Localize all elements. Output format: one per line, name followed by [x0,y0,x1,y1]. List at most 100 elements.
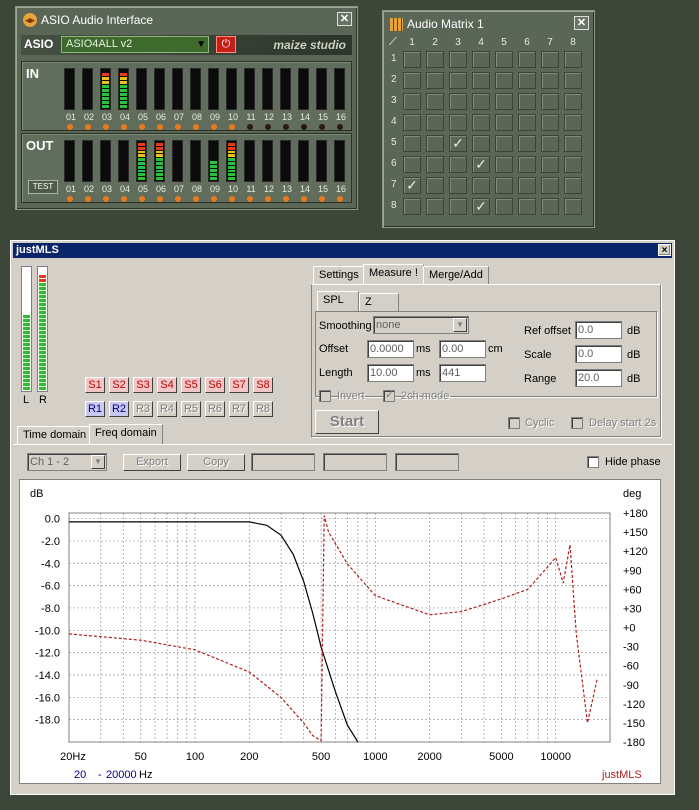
matrix-cell[interactable] [449,51,467,68]
matrix-cell[interactable] [541,198,559,215]
matrix-cell[interactable] [403,198,421,215]
matrix-cell[interactable] [426,177,444,194]
matrix-cell[interactable] [495,72,513,89]
matrix-cell[interactable] [495,135,513,152]
source-button[interactable]: S6 [205,377,225,393]
cyclic-checkbox[interactable] [508,417,520,429]
channel-select[interactable]: Ch 1 - 2 ▼ [27,453,107,471]
matrix-cell[interactable] [449,114,467,131]
matrix-cell[interactable] [564,51,582,68]
matrix-cell[interactable] [541,156,559,173]
matrix-cell[interactable] [472,177,490,194]
tab-merge-add[interactable]: Merge/Add [423,266,489,284]
matrix-cell[interactable] [472,114,490,131]
matrix-cell[interactable] [403,93,421,110]
source-button[interactable]: S8 [253,377,273,393]
matrix-cell[interactable] [449,198,467,215]
matrix-cell[interactable] [426,135,444,152]
matrix-cell[interactable] [518,72,536,89]
matrix-cell[interactable] [518,135,536,152]
reference-button[interactable]: R7 [229,401,249,417]
offset-ms-input[interactable]: 0.0000 [367,340,414,358]
matrix-cell[interactable] [518,156,536,173]
asio-close-button[interactable]: ✕ [337,12,352,26]
matrix-cell[interactable] [426,198,444,215]
delay-start-checkbox[interactable] [571,417,583,429]
ref-offset-input[interactable]: 0.0 [575,321,622,339]
matrix-cell[interactable]: ✓ [403,177,421,194]
matrix-cell[interactable] [541,93,559,110]
matrix-cell[interactable] [541,72,559,89]
matrix-cell[interactable] [564,114,582,131]
matrix-cell[interactable] [541,135,559,152]
matrix-cell[interactable] [564,135,582,152]
range-input[interactable]: 20.0 [575,369,622,387]
copy-button[interactable]: Copy [187,454,245,471]
matrix-cell[interactable] [541,51,559,68]
matrix-cell[interactable] [495,114,513,131]
twoch-checkbox[interactable]: ✓ [383,389,395,402]
matrix-cell[interactable] [403,72,421,89]
source-button[interactable]: S3 [133,377,153,393]
matrix-cell[interactable] [403,156,421,173]
matrix-cell[interactable] [472,135,490,152]
offset-cm-input[interactable]: 0.00 [439,340,486,358]
reference-button[interactable]: R4 [157,401,177,417]
matrix-cell[interactable] [564,177,582,194]
subtab-z[interactable]: Z [359,293,399,311]
matrix-cell[interactable] [564,156,582,173]
source-button[interactable]: S5 [181,377,201,393]
matrix-cell[interactable] [403,51,421,68]
scale-input[interactable]: 0.0 [575,345,622,363]
subtab-spl[interactable]: SPL [317,291,359,311]
matrix-cell[interactable] [426,93,444,110]
matrix-cell[interactable] [449,72,467,89]
matrix-cell[interactable] [518,177,536,194]
matrix-cell[interactable] [403,135,421,152]
power-button[interactable]: ⏻ [216,36,236,53]
matrix-cell[interactable] [495,93,513,110]
source-button[interactable]: S7 [229,377,249,393]
source-button[interactable]: S4 [157,377,177,393]
matrix-cell[interactable] [564,93,582,110]
reference-button[interactable]: R3 [133,401,153,417]
tab-settings[interactable]: Settings [313,266,365,284]
matrix-cell[interactable]: ✓ [449,135,467,152]
length-samples-input[interactable]: 441 [439,364,486,382]
start-button[interactable]: Start [315,410,379,434]
matrix-cell[interactable] [403,114,421,131]
test-button[interactable]: TEST [28,180,58,194]
matrix-cell[interactable] [495,156,513,173]
matrix-cell[interactable] [495,51,513,68]
matrix-cell[interactable] [449,93,467,110]
tab-time-domain[interactable]: Time domain [17,426,93,444]
matrix-cell[interactable] [472,72,490,89]
reference-button[interactable]: R5 [181,401,201,417]
reference-button[interactable]: R1 [85,401,105,417]
matrix-cell[interactable] [518,93,536,110]
matrix-cell[interactable] [541,114,559,131]
matrix-cell[interactable] [472,51,490,68]
length-ms-input[interactable]: 10.00 [367,364,414,382]
matrix-cell[interactable] [564,198,582,215]
source-button[interactable]: S2 [109,377,129,393]
hide-phase-checkbox[interactable] [587,456,599,468]
source-button[interactable]: S1 [85,377,105,393]
justmls-close-button[interactable]: × [658,244,671,256]
matrix-cell[interactable] [426,114,444,131]
reference-button[interactable]: R6 [205,401,225,417]
matrix-cell[interactable] [449,156,467,173]
invert-checkbox[interactable] [319,390,331,402]
matrix-cell[interactable] [449,177,467,194]
matrix-cell[interactable] [541,177,559,194]
matrix-cell[interactable] [564,72,582,89]
matrix-cell[interactable] [426,51,444,68]
matrix-cell[interactable] [426,72,444,89]
matrix-cell[interactable] [495,198,513,215]
matrix-cell[interactable] [472,93,490,110]
matrix-cell[interactable] [518,51,536,68]
matrix-cell[interactable] [426,156,444,173]
reference-button[interactable]: R2 [109,401,129,417]
tab-freq-domain[interactable]: Freq domain [89,424,163,444]
matrix-close-button[interactable]: ✕ [574,16,589,30]
